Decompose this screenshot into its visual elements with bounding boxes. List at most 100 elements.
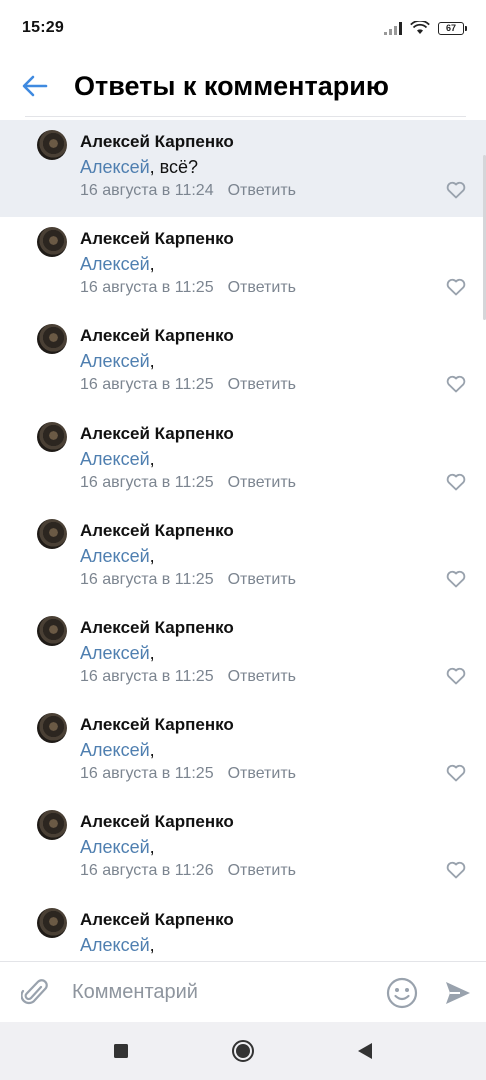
comment-author[interactable]: Алексей Карпенко [80, 812, 234, 832]
avatar[interactable] [37, 615, 67, 646]
mention-link[interactable]: Алексей [80, 546, 150, 566]
comment-input[interactable] [70, 981, 374, 1004]
status-bar: 15:29 67 [0, 0, 486, 56]
comment-item[interactable]: Алексей Карпенко Алексей, 16 августа в 1… [0, 703, 486, 800]
comment-author[interactable]: Алексей Карпенко [80, 424, 234, 444]
comment-text: Алексей, [80, 546, 155, 567]
comment-author[interactable]: Алексей Карпенко [80, 910, 234, 930]
mention-link[interactable]: Алексей [80, 157, 150, 177]
comment-text: Алексей, [80, 837, 155, 858]
back-button[interactable] [0, 56, 70, 116]
mention-link[interactable]: Алексей [80, 351, 150, 371]
reply-button[interactable]: Ответить [228, 376, 296, 394]
comment-body: , [149, 837, 155, 858]
recents-button[interactable] [99, 1029, 143, 1073]
comment-date: 16 августа в 11:25 [80, 473, 214, 491]
heart-icon[interactable] [446, 375, 466, 393]
avatar[interactable] [37, 421, 67, 452]
avatar[interactable] [37, 907, 67, 938]
comment-item[interactable]: Алексей Карпенко Алексей, 16 августа в 1… [0, 412, 486, 509]
comment-meta: 16 августа в 11:25 Ответить [80, 376, 296, 394]
comments-list[interactable]: Алексей Карпенко Алексей, всё? 16 август… [0, 120, 486, 960]
comment-date: 16 августа в 11:25 [80, 279, 214, 297]
comment-author[interactable]: Алексей Карпенко [80, 521, 234, 541]
avatar[interactable] [37, 227, 67, 258]
system-nav-bar [0, 1022, 486, 1080]
reply-button[interactable]: Ответить [228, 474, 296, 492]
comment-item[interactable]: Алексей Карпенко Алексей, 16 августа в 1… [0, 509, 486, 606]
comment-text: Алексей, [80, 254, 155, 275]
comment-author[interactable]: Алексей Карпенко [80, 132, 234, 152]
reply-button[interactable]: Ответить [228, 571, 296, 589]
comment-meta: 16 августа в 11:25 Ответить [80, 279, 296, 297]
reply-button[interactable]: Ответить [228, 279, 296, 297]
comment-body: , [149, 254, 155, 275]
back-arrow-icon [22, 75, 48, 97]
comment-item[interactable]: Алексей Карпенко Алексей, [0, 898, 486, 961]
heart-icon[interactable] [446, 667, 466, 685]
comment-body: , [149, 642, 155, 663]
paperclip-icon [21, 978, 48, 1004]
mention-link[interactable]: Алексей [80, 254, 150, 274]
comment-item[interactable]: Алексей Карпенко Алексей, 16 августа в 1… [0, 606, 486, 703]
send-button[interactable] [430, 962, 486, 1024]
comment-meta: 16 августа в 11:25 Ответить [80, 765, 296, 783]
comment-item[interactable]: Алексей Карпенко Алексей, 16 августа в 1… [0, 217, 486, 314]
comment-item[interactable]: Алексей Карпенко Алексей, всё? 16 август… [0, 120, 486, 218]
comment-author[interactable]: Алексей Карпенко [80, 715, 234, 735]
comment-meta: 16 августа в 11:25 Ответить [80, 571, 296, 589]
comment-text: Алексей, [80, 449, 155, 470]
home-button[interactable] [221, 1029, 265, 1073]
header: Ответы к комментарию [0, 56, 486, 116]
comment-author[interactable]: Алексей Карпенко [80, 229, 234, 249]
comment-body: , всё? [149, 157, 199, 177]
battery-icon: 67 [438, 21, 467, 35]
heart-icon[interactable] [446, 570, 466, 588]
attach-button[interactable] [0, 962, 70, 1024]
heart-icon[interactable] [446, 278, 466, 296]
battery-level: 67 [445, 23, 456, 33]
comment-item[interactable]: Алексей Карпенко Алексей, 16 августа в 1… [0, 800, 486, 897]
heart-icon[interactable] [446, 473, 466, 491]
comment-author[interactable]: Алексей Карпенко [80, 618, 234, 638]
avatar[interactable] [37, 518, 67, 549]
comment-item[interactable]: Алексей Карпенко Алексей, 16 августа в 1… [0, 314, 486, 411]
wifi-icon [410, 21, 430, 34]
comment-body: , [149, 351, 155, 372]
mention-link[interactable]: Алексей [80, 643, 150, 663]
reply-button[interactable]: Ответить [228, 765, 296, 783]
comment-text: Алексей, [80, 351, 155, 372]
comment-meta: 16 августа в 11:25 Ответить [80, 668, 296, 686]
comment-author[interactable]: Алексей Карпенко [80, 326, 234, 346]
mention-link[interactable]: Алексей [80, 449, 150, 469]
circle-home-icon [232, 1040, 254, 1062]
heart-icon[interactable] [446, 764, 466, 782]
comment-body: , [149, 934, 155, 955]
mention-link[interactable]: Алексей [80, 935, 150, 955]
mention-link[interactable]: Алексей [80, 837, 150, 857]
reply-button[interactable]: Ответить [228, 182, 296, 200]
avatar[interactable] [37, 713, 67, 744]
reply-button[interactable]: Ответить [228, 668, 296, 686]
avatar[interactable] [37, 810, 67, 841]
comment-text: Алексей, всё? [80, 157, 198, 178]
comment-body: , [149, 545, 155, 566]
comment-date: 16 августа в 11:25 [80, 376, 214, 394]
comment-composer [0, 961, 486, 1023]
comment-date: 16 августа в 11:25 [80, 667, 214, 685]
comment-date: 16 августа в 11:25 [80, 570, 214, 588]
heart-icon[interactable] [446, 861, 466, 879]
heart-icon[interactable] [446, 181, 466, 199]
status-icons: 67 [384, 21, 467, 35]
reply-button[interactable]: Ответить [228, 862, 296, 880]
comment-date: 16 августа в 11:25 [80, 765, 214, 783]
comment-text: Алексей, [80, 740, 155, 761]
comment-meta: 16 августа в 11:24 Ответить [80, 182, 296, 200]
mention-link[interactable]: Алексей [80, 740, 150, 760]
system-back-button[interactable] [343, 1029, 387, 1073]
smiley-icon [386, 977, 418, 1008]
avatar[interactable] [37, 324, 67, 355]
emoji-button[interactable] [374, 962, 430, 1024]
avatar[interactable] [37, 130, 67, 160]
square-recents-icon [114, 1044, 128, 1058]
